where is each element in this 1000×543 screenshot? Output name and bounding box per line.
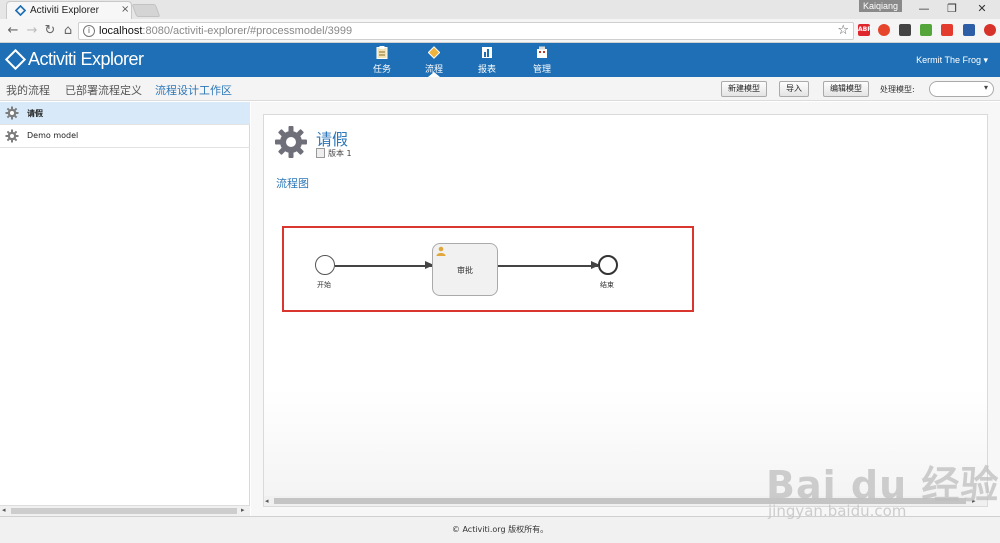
reload-icon[interactable]: ↻ — [42, 23, 58, 39]
scrollbar-thumb[interactable] — [11, 508, 237, 514]
end-event[interactable] — [598, 255, 618, 275]
model-version: 版本 1 — [316, 148, 352, 159]
browser-tab[interactable]: Activiti Explorer × — [6, 1, 132, 19]
edit-model-button[interactable]: 编辑模型 — [823, 81, 869, 97]
nav-label: 任务 — [372, 65, 391, 75]
bookmark-star-icon[interactable]: ☆ — [837, 23, 849, 38]
nav-process[interactable]: 流程 — [414, 43, 454, 77]
process-diagram: 开始 审批 结束 — [282, 226, 694, 312]
minimize-icon[interactable]: — — [914, 2, 934, 15]
diamond-icon — [428, 46, 440, 59]
nav-management[interactable]: 管理 — [522, 43, 562, 77]
clipboard-icon — [376, 46, 388, 59]
model-list: 请假 Demo model — [0, 102, 250, 516]
info-icon[interactable]: i — [83, 25, 95, 37]
forward-icon[interactable]: → — [24, 23, 40, 39]
extension-icon[interactable] — [963, 24, 975, 36]
chevron-down-icon: ▾ — [983, 83, 988, 92]
report-icon — [482, 47, 492, 58]
gear-icon — [5, 106, 19, 120]
diagram-section-title: 流程图 — [276, 177, 309, 190]
sub-toolbar: 我的流程 已部署流程定义 流程设计工作区 新建模型 导入 编辑模型 处理模型: … — [0, 77, 1000, 101]
scroll-right-icon[interactable]: ▸ — [241, 506, 245, 514]
home-icon[interactable]: ⌂ — [60, 23, 76, 39]
new-tab-button[interactable] — [131, 4, 161, 17]
browser-tab-strip: Activiti Explorer × Kaiqiang — ❐ ✕ — [0, 0, 1000, 19]
extension-icon[interactable] — [899, 24, 911, 36]
model-detail-area: 请假 版本 1 流程图 开始 审批 结束 ▴ ▾ ◂ ▸ — [251, 102, 1000, 516]
scrollbar-thumb[interactable] — [274, 498, 966, 504]
app-header: Activiti Explorer 任务 流程 报表 管理 Kermit The… — [0, 43, 1000, 77]
left-horizontal-scrollbar[interactable]: ◂ ▸ — [0, 505, 250, 516]
task-label: 审批 — [457, 266, 473, 275]
activiti-favicon-icon — [15, 5, 26, 16]
sequence-flow[interactable] — [335, 261, 434, 269]
extension-icon[interactable] — [878, 24, 890, 36]
tab-close-icon[interactable]: × — [121, 4, 129, 15]
start-event[interactable] — [315, 255, 335, 275]
user-task[interactable]: 审批 — [432, 243, 498, 296]
management-icon — [537, 46, 547, 58]
extension-icon[interactable] — [984, 24, 996, 36]
footer: © Activiti.org 版权所有。 — [0, 516, 1000, 543]
address-bar: ← → ↻ ⌂ i localhost:8080/activiti-explor… — [0, 19, 1000, 43]
logo-text: Activiti Explorer — [28, 49, 144, 69]
model-list-item[interactable]: 请假 — [0, 102, 250, 125]
new-model-button[interactable]: 新建模型 — [721, 81, 767, 97]
detail-vertical-scrollbar[interactable]: ▴ ▾ — [987, 115, 988, 507]
tab-title: Activiti Explorer — [30, 5, 99, 16]
link-deployed-definitions[interactable]: 已部署流程定义 — [65, 82, 142, 98]
model-action-select[interactable]: ▾ — [929, 81, 994, 97]
restore-icon[interactable]: ❐ — [942, 2, 962, 15]
user-menu[interactable]: Kermit The Frog ▾ — [916, 55, 988, 66]
link-model-workspace[interactable]: 流程设计工作区 — [155, 82, 232, 98]
url-path: :8080/activiti-explorer/#processmodel/39… — [142, 25, 353, 37]
back-icon[interactable]: ← — [5, 23, 21, 39]
activiti-logo-icon — [4, 48, 27, 71]
import-button[interactable]: 导入 — [779, 81, 809, 97]
extension-icon[interactable]: ABP — [858, 24, 872, 36]
model-name: Demo model — [27, 131, 79, 140]
url-text: localhost:8080/activiti-explorer/#proces… — [99, 25, 352, 37]
user-icon — [436, 246, 446, 256]
nav-label: 报表 — [477, 65, 496, 75]
sequence-flow[interactable] — [498, 261, 600, 269]
window-close-icon[interactable]: ✕ — [972, 2, 992, 15]
gear-icon — [275, 126, 307, 158]
url-host: localhost — [99, 25, 143, 37]
scroll-left-icon[interactable]: ◂ — [2, 506, 6, 514]
scroll-right-icon[interactable]: ▸ — [972, 497, 976, 505]
nav-reports[interactable]: 报表 — [467, 43, 507, 77]
extension-icon[interactable] — [920, 24, 932, 36]
link-my-processes[interactable]: 我的流程 — [6, 82, 50, 98]
url-input[interactable]: i localhost:8080/activiti-explorer/#proc… — [78, 22, 854, 40]
model-detail-card: 请假 版本 1 流程图 开始 审批 结束 ▴ ▾ ◂ ▸ — [263, 114, 988, 507]
nav-tasks[interactable]: 任务 — [362, 43, 402, 77]
start-event-label: 开始 — [317, 281, 331, 289]
model-title: 请假 — [316, 130, 349, 149]
version-text: 版本 1 — [328, 149, 352, 158]
scroll-left-icon[interactable]: ◂ — [265, 497, 269, 505]
detail-horizontal-scrollbar[interactable]: ◂ ▸ — [264, 496, 987, 506]
document-icon — [316, 148, 325, 158]
model-action-label: 处理模型: — [880, 85, 915, 94]
footer-copyright: © Activiti.org 版权所有。 — [451, 525, 549, 534]
nav-label: 管理 — [532, 65, 551, 75]
gear-icon — [5, 129, 19, 143]
end-event-label: 结束 — [600, 281, 614, 289]
nav-label: 流程 — [424, 65, 443, 75]
browser-user-badge[interactable]: Kaiqiang — [859, 0, 902, 12]
model-name: 请假 — [27, 109, 43, 118]
model-list-item[interactable]: Demo model — [0, 125, 250, 148]
extension-icon[interactable] — [941, 24, 953, 36]
